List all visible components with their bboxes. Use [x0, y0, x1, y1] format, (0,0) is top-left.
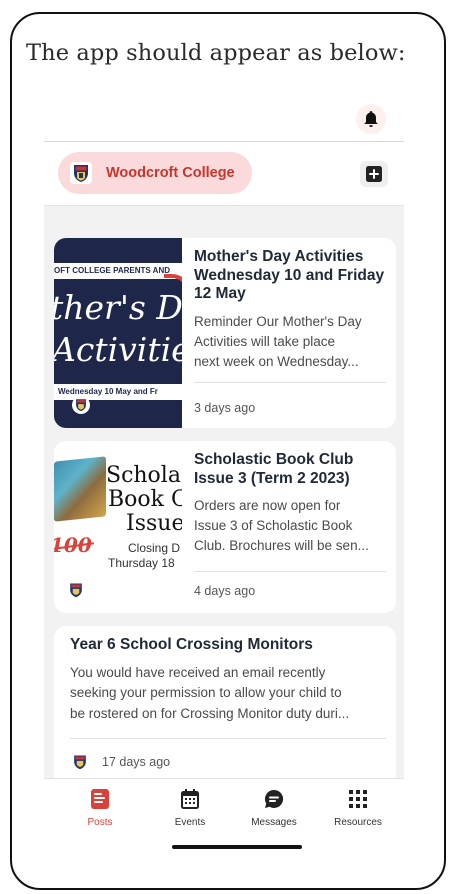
school-crest-icon [70, 583, 82, 598]
bottom-tab-bar: Posts Events Messages Resources [44, 778, 404, 853]
tab-messages[interactable]: Messages [234, 787, 314, 828]
post-card[interactable]: Year 6 School Crossing Monitors You woul… [54, 626, 396, 796]
school-header: Woodcroft College [44, 142, 404, 206]
school-crest-icon [72, 396, 90, 414]
post-time: 17 days ago [102, 755, 171, 769]
tab-events[interactable]: Events [150, 787, 230, 828]
app-screen: Woodcroft College OFT COLLEGE PARENTS AN… [44, 141, 404, 853]
image-heading-line2: Book C [108, 487, 182, 512]
post-time: 4 days ago [194, 584, 256, 598]
post-excerpt: Orders are now open for Issue 3 of Schol… [194, 498, 369, 553]
divider [70, 738, 386, 739]
post-title: Year 6 School Crossing Monitors [70, 636, 313, 653]
add-button[interactable] [360, 161, 388, 187]
post-time: 3 days ago [194, 401, 256, 415]
image-heading-line2: Activities [54, 330, 182, 369]
image-heading-line1: ther's D [54, 288, 182, 327]
school-crest-icon [70, 162, 92, 184]
post-thumbnail: OFT COLLEGE PARENTS AND ther's D Activit… [54, 238, 182, 428]
tab-label: Events [174, 817, 206, 828]
tab-label: Messages [251, 817, 297, 828]
school-name: Woodcroft College [106, 165, 235, 181]
bell-icon [364, 111, 378, 127]
post-card[interactable]: Schola Book C Issue 100 Closing D Thursd… [54, 441, 396, 613]
book-stack [54, 456, 106, 522]
tab-label: Resources [334, 817, 382, 828]
tab-label: Posts [87, 817, 113, 828]
image-closing-text: Closing D [128, 541, 181, 555]
post-excerpt: Reminder Our Mother's Day Activities wil… [194, 313, 362, 369]
divider [194, 382, 386, 383]
home-indicator [172, 845, 302, 849]
caption-text: The app should appear as below: [26, 40, 406, 66]
tab-posts[interactable]: Posts [60, 787, 140, 828]
image-top-banner: OFT COLLEGE PARENTS AND [54, 263, 182, 279]
calendar-icon [181, 789, 199, 809]
school-crest-icon [74, 755, 86, 770]
notifications-button[interactable] [356, 104, 386, 134]
school-selector[interactable]: Woodcroft College [58, 152, 252, 194]
divider [194, 571, 386, 572]
image-heading-line1: Schola [106, 463, 181, 488]
post-excerpt: You would have received an email recentl… [70, 664, 350, 721]
image-date-text: Thursday 18 [108, 556, 175, 570]
post-card[interactable]: OFT COLLEGE PARENTS AND ther's D Activit… [54, 238, 396, 428]
grid-icon [349, 790, 367, 808]
posts-icon [91, 789, 109, 809]
plus-square-icon [366, 166, 382, 182]
post-title: Mother's Day Activities Wednesday 10 and… [194, 248, 385, 302]
post-thumbnail: Schola Book C Issue 100 Closing D Thursd… [54, 441, 182, 613]
tab-resources[interactable]: Resources [318, 787, 398, 828]
red-ribbon [164, 274, 182, 314]
image-heading-line3: Issue [126, 511, 182, 536]
post-title: Scholastic Book Club Issue 3 (Term 2 202… [194, 451, 354, 487]
chat-icon [264, 789, 284, 808]
